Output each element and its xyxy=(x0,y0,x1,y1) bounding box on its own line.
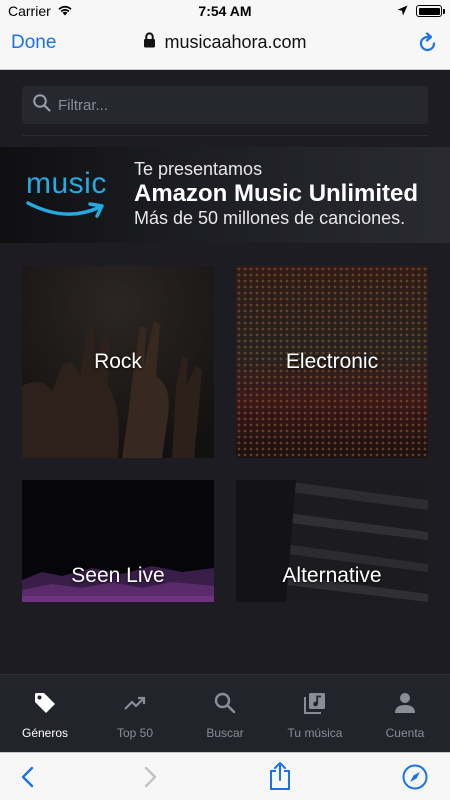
tab-tu-musica[interactable]: Tu música xyxy=(272,691,358,740)
search-icon xyxy=(32,93,52,118)
tab-generos[interactable]: Géneros xyxy=(2,691,88,740)
filter-input[interactable] xyxy=(58,96,398,114)
tab-label: Tu música xyxy=(287,726,343,740)
genre-tile-electronic[interactable]: Electronic xyxy=(236,266,428,458)
app-tab-bar: Géneros Top 50 Buscar Tu música Cuenta xyxy=(0,674,450,752)
lock-icon xyxy=(143,32,156,53)
divider xyxy=(22,135,428,136)
genre-tile-seen-live[interactable]: Seen Live xyxy=(22,480,214,602)
tab-top-50[interactable]: Top 50 xyxy=(92,691,178,740)
genre-label: Seen Live xyxy=(71,564,165,587)
url-field[interactable]: musicaahora.com xyxy=(0,32,450,53)
amazon-music-banner[interactable]: music Te presentamos Amazon Music Unlimi… xyxy=(0,147,450,243)
tab-label: Top 50 xyxy=(116,726,154,740)
amazon-music-logo: music xyxy=(26,167,112,223)
genre-label: Alternative xyxy=(282,564,382,587)
forward-arrow-icon[interactable] xyxy=(140,765,160,794)
status-bar: Carrier 7:54 AM xyxy=(0,0,450,22)
share-icon[interactable] xyxy=(268,761,292,796)
filter-box[interactable] xyxy=(22,86,428,124)
safari-compass-icon[interactable] xyxy=(402,764,428,795)
tab-label: Cuenta xyxy=(385,726,425,740)
genre-tile-rock[interactable]: Rock xyxy=(22,266,214,458)
banner-line-3: Más de 50 millones de canciones. xyxy=(134,208,406,228)
battery-icon xyxy=(416,5,445,17)
search-icon xyxy=(213,691,237,720)
trending-icon xyxy=(123,691,147,720)
banner-line-1: Te presentamos xyxy=(134,159,263,179)
library-music-icon xyxy=(303,691,327,720)
back-arrow-icon[interactable] xyxy=(18,765,38,794)
tab-cuenta[interactable]: Cuenta xyxy=(362,691,448,740)
banner-line-2: Amazon Music Unlimited xyxy=(134,180,419,207)
browser-address-bar: Done musicaahora.com xyxy=(0,22,450,70)
page-content: music Te presentamos Amazon Music Unlimi… xyxy=(0,70,450,674)
url-text: musicaahora.com xyxy=(164,32,307,52)
tag-icon xyxy=(33,691,57,720)
tab-buscar[interactable]: Buscar xyxy=(182,691,268,740)
genre-tile-alternative[interactable]: Alternative xyxy=(236,480,428,602)
browser-toolbar xyxy=(0,752,450,800)
account-icon xyxy=(393,691,417,720)
reload-icon[interactable] xyxy=(418,32,438,59)
genre-label: Electronic xyxy=(285,350,379,373)
status-time: 7:54 AM xyxy=(198,3,252,19)
logo-text: music xyxy=(26,167,107,200)
tab-label: Buscar xyxy=(206,726,244,740)
banner-text: Te presentamos Amazon Music Unlimited Má… xyxy=(134,159,418,229)
tab-label: Géneros xyxy=(21,726,69,740)
genre-label: Rock xyxy=(94,350,142,373)
